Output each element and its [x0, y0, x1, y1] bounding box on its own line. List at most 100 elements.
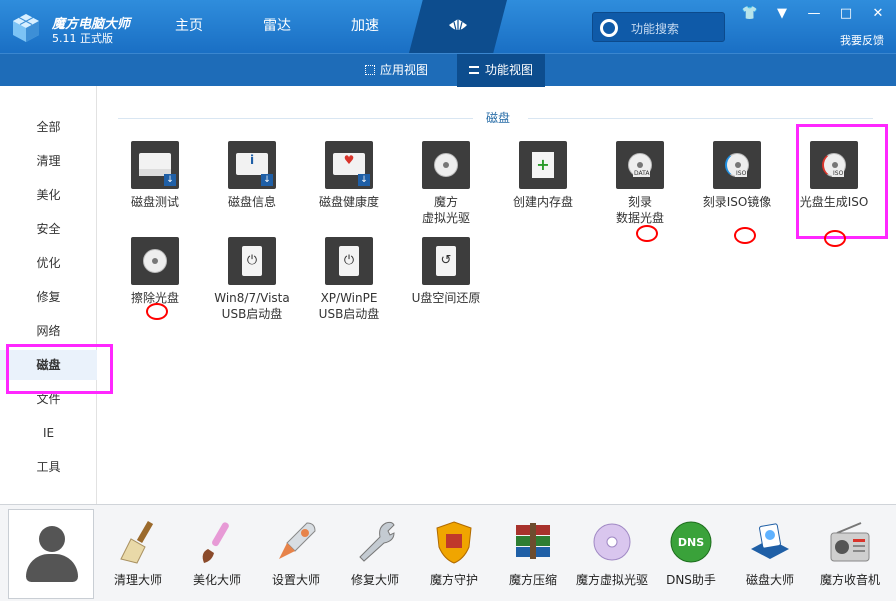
sidebar-item-ie[interactable]: IE: [0, 418, 97, 448]
tool-label: Win8/7/Vista USB启动盘: [214, 291, 290, 321]
disc-icon: [589, 519, 635, 565]
tools-panel: 磁盘 ↓ 磁盘测试 i ↓ 磁盘信息 ♥ ↓ 磁盘健康度 魔方 虚拟光驱 + 创建内…: [98, 86, 896, 504]
usb-restore-icon: ↺: [422, 237, 470, 285]
tool-label: 魔方 虚拟光驱: [421, 195, 470, 225]
svg-text:DNS: DNS: [678, 536, 704, 549]
dns-icon: DNS: [668, 519, 714, 565]
dock-mofang-compress[interactable]: 魔方压缩: [493, 519, 573, 588]
sidebar-item-optimize[interactable]: 优化: [0, 248, 97, 278]
search-box[interactable]: 功能搜索: [592, 12, 725, 42]
app-version: 5.11 正式版: [52, 32, 113, 45]
tool-erase-disc[interactable]: 擦除光盘: [106, 237, 204, 306]
dock-mofang-guard[interactable]: 魔方守护: [414, 519, 494, 588]
dock-label: 清理大师: [113, 573, 162, 587]
dock-repair-master[interactable]: 修复大师: [335, 519, 415, 588]
top-nav: 主页 雷达 加速: [145, 0, 507, 53]
sidebar-item-beautify[interactable]: 美化: [0, 180, 97, 210]
minimize-icon[interactable]: —: [802, 6, 826, 21]
app-logo-icon: [13, 14, 39, 42]
virtual-drive-icon: [422, 141, 470, 189]
skin-icon[interactable]: 👕: [738, 6, 762, 21]
highlight-box-disk: [6, 344, 113, 394]
ram-disk-icon: +: [519, 141, 567, 189]
usb-boot-xp-icon: ⏻: [325, 237, 373, 285]
highlight-box-disc-to-iso: [796, 124, 888, 239]
dock-clean-master[interactable]: 清理大师: [98, 519, 178, 588]
sidebar-item-clean[interactable]: 清理: [0, 146, 97, 176]
section-title: 磁盘: [486, 111, 511, 125]
tool-usb-restore[interactable]: ↺ U盘空间还原: [397, 237, 495, 306]
tool-ram-disk[interactable]: + 创建内存盘: [494, 141, 592, 210]
tool-label: 磁盘测试: [130, 195, 179, 209]
annotation-circle: [824, 230, 846, 247]
tool-drive-health[interactable]: ♥ ↓ 磁盘健康度: [300, 141, 398, 210]
dock-mofang-virtual-drive[interactable]: 魔方虚拟光驱: [572, 519, 652, 588]
broom-icon: [115, 519, 161, 565]
category-sidebar: 全部 清理 美化 安全 优化 修复 网络 磁盘 文件 IE 工具: [0, 86, 97, 504]
shell-icon: [449, 19, 467, 31]
nav-toolbox[interactable]: [409, 0, 507, 53]
usb-boot-win-icon: ⏻: [228, 237, 276, 285]
search-placeholder: 功能搜索: [631, 22, 680, 36]
annotation-circle: [636, 225, 658, 242]
dock-label: 磁盘大师: [745, 573, 794, 587]
tool-label: 刻录ISO镜像: [702, 195, 772, 209]
books-icon: [510, 519, 556, 565]
window-controls: 👕 ▼ — □ ✕: [738, 6, 890, 21]
close-icon[interactable]: ✕: [866, 6, 890, 21]
wrench-icon: [352, 519, 398, 565]
erase-disc-icon: [131, 237, 179, 285]
sidebar-item-all[interactable]: 全部: [0, 112, 97, 142]
shield-icon: [431, 519, 477, 565]
sidebar-item-tools[interactable]: 工具: [0, 452, 97, 482]
nav-home[interactable]: 主页: [145, 0, 233, 53]
view-switcher: 应用视图 功能视图: [0, 53, 896, 87]
dock-disk-master[interactable]: 磁盘大师: [730, 519, 810, 588]
dock-beautify-master[interactable]: 美化大师: [177, 519, 257, 588]
grid-icon: [365, 65, 375, 75]
sidebar-item-network[interactable]: 网络: [0, 316, 97, 346]
rocket-icon: [273, 519, 319, 565]
tool-label: U盘空间还原: [411, 291, 481, 305]
nav-radar[interactable]: 雷达: [233, 0, 321, 53]
tool-burn-iso[interactable]: ISO 刻录ISO镜像: [688, 141, 786, 210]
app-view-tab[interactable]: 应用视图: [353, 54, 440, 87]
menu-dropdown-icon[interactable]: ▼: [770, 6, 794, 21]
burn-data-disc-icon: DATA: [616, 141, 664, 189]
function-view-tab[interactable]: 功能视图: [457, 54, 546, 87]
drive-health-icon: ♥ ↓: [325, 141, 373, 189]
dock-label: 魔方收音机: [819, 573, 880, 587]
nav-speedup[interactable]: 加速: [321, 0, 409, 53]
annotation-circle: [734, 227, 756, 244]
tool-drive-info[interactable]: i ↓ 磁盘信息: [203, 141, 301, 210]
tool-label: 磁盘信息: [227, 195, 276, 209]
tool-drive-test[interactable]: ↓ 磁盘测试: [106, 141, 204, 210]
dock-label: 魔方压缩: [508, 573, 557, 587]
disk-master-icon: [747, 519, 793, 565]
section-divider: [528, 118, 873, 119]
user-icon: [39, 526, 65, 552]
brush-icon: [194, 519, 240, 565]
tool-label: 刻录 数据光盘: [615, 195, 664, 225]
dock-settings-master[interactable]: 设置大师: [256, 519, 336, 588]
app-view-label: 应用视图: [380, 63, 429, 77]
title-bar: 魔方电脑大师 5.11 正式版 主页 雷达 加速 功能搜索 👕 ▼ — □ ✕ …: [0, 0, 896, 53]
tool-usb-boot-xp[interactable]: ⏻ XP/WinPE USB启动盘: [300, 237, 398, 322]
dock-mofang-radio[interactable]: 魔方收音机: [810, 519, 890, 588]
tool-burn-data-disc[interactable]: DATA 刻录 数据光盘: [591, 141, 689, 226]
dock-dns-helper[interactable]: DNS DNS助手: [651, 519, 731, 588]
list-icon: [469, 66, 479, 74]
sidebar-item-repair[interactable]: 修复: [0, 282, 97, 312]
tool-virtual-drive[interactable]: 魔方 虚拟光驱: [397, 141, 495, 226]
app-dock: 清理大师 美化大师 设置大师 修复大师 魔方守护 魔方压缩 魔方虚拟光驱 DNS…: [0, 504, 896, 601]
feedback-link[interactable]: 我要反馈: [840, 32, 884, 48]
avatar[interactable]: [8, 509, 94, 599]
drive-test-icon: ↓: [131, 141, 179, 189]
section-divider: [118, 118, 473, 119]
tool-usb-boot-win[interactable]: ⏻ Win8/7/Vista USB启动盘: [203, 237, 301, 322]
dock-label: 设置大师: [271, 573, 320, 587]
maximize-icon[interactable]: □: [834, 6, 858, 21]
tool-label: XP/WinPE USB启动盘: [318, 291, 380, 321]
dock-label: 美化大师: [192, 573, 241, 587]
sidebar-item-security[interactable]: 安全: [0, 214, 97, 244]
